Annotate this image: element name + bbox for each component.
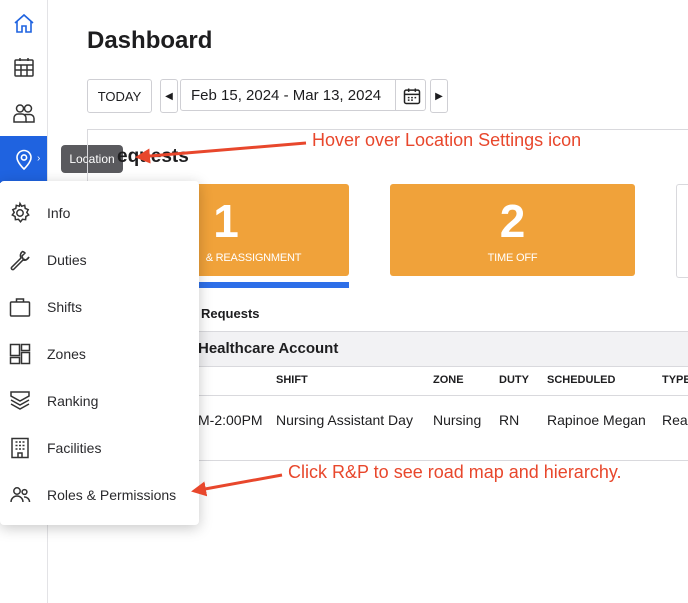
click-annotation: Click R&P to see road map and hierarchy.: [288, 462, 622, 482]
hover-annotation: Hover over Location Settings icon: [312, 130, 582, 150]
click-arrow: [191, 473, 283, 497]
hover-arrow: [135, 141, 307, 164]
annotation-arrows: [135, 141, 307, 497]
